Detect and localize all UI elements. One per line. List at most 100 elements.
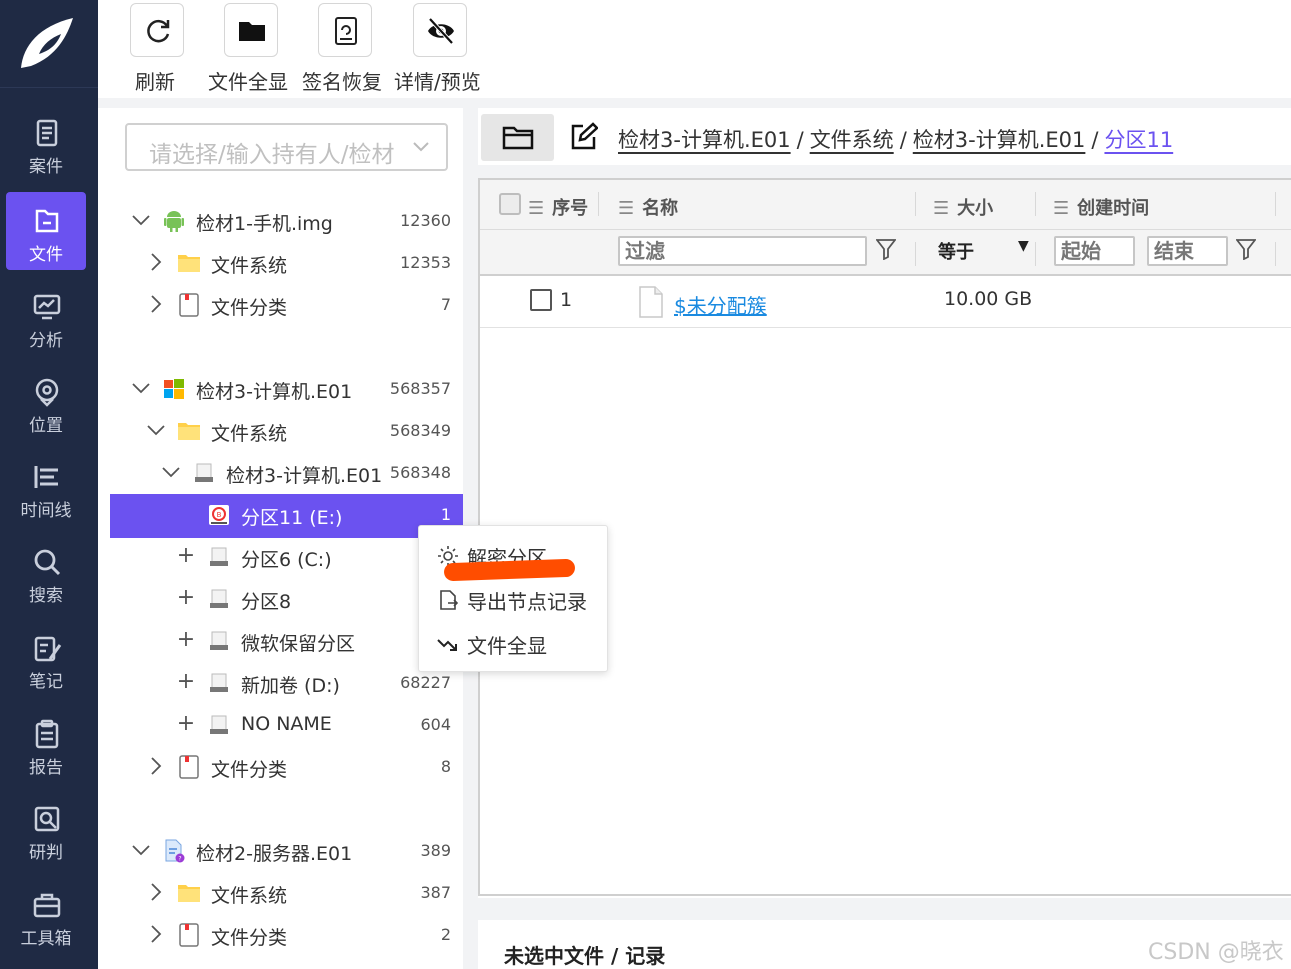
column-menu-icon: ☰ xyxy=(933,198,950,219)
tree-node-label: 文件分类 xyxy=(211,927,288,949)
column-header-name[interactable]: ☰ 名称 xyxy=(618,194,678,220)
trend-down-icon xyxy=(437,639,457,651)
nav-item-search[interactable]: 搜索 xyxy=(6,533,86,611)
chevron-down-icon[interactable] xyxy=(130,209,152,231)
divider xyxy=(478,165,1291,178)
chevron-right-icon[interactable] xyxy=(145,755,167,777)
chevron-right-icon[interactable] xyxy=(145,881,167,903)
tree-node-label: 文件分类 xyxy=(211,297,288,319)
column-divider[interactable] xyxy=(598,192,599,216)
tree-node-filesystem[interactable]: 文件系统 568349 xyxy=(110,410,463,452)
tree-node-disk-image[interactable]: 检材3-计算机.E01 568348 xyxy=(110,452,463,494)
tree-node-count: 2 xyxy=(440,925,451,944)
show-all-files-label: 文件全显 xyxy=(208,70,288,94)
chevron-right-icon[interactable] xyxy=(145,923,167,945)
expand-icon[interactable]: + xyxy=(175,629,197,651)
tree-node-partition6[interactable]: + 分区6 (C:) 499 xyxy=(110,536,463,578)
tree-node-file-category[interactable]: 文件分类 7 xyxy=(110,284,463,326)
row-checkbox[interactable] xyxy=(530,289,552,311)
column-menu-icon: ☰ xyxy=(528,198,545,219)
breadcrumb-item[interactable]: 文件系统 xyxy=(810,128,894,152)
tree-node-file-category[interactable]: 文件分类 2 xyxy=(110,914,463,956)
nav-label: 笔记 xyxy=(29,672,63,692)
signature-recovery-button[interactable] xyxy=(318,3,372,57)
owner-select[interactable]: 请选择/输入持有人/检材 xyxy=(125,123,448,171)
tree-node-file-category[interactable]: 文件分类 8 xyxy=(110,746,463,788)
expand-icon[interactable]: + xyxy=(175,587,197,609)
expand-icon[interactable]: + xyxy=(175,671,197,693)
windows-icon xyxy=(164,379,184,399)
name-filter-input[interactable]: 过滤 xyxy=(618,236,867,266)
breadcrumb-separator: / xyxy=(796,128,804,152)
tree-node-label: 检材3-计算机.E01 xyxy=(226,465,383,487)
tree-node-no-name[interactable]: + NO NAME 604 xyxy=(110,704,463,746)
select-all-checkbox[interactable] xyxy=(499,193,521,215)
tree-node-evidence2[interactable]: ? 检材2-服务器.E01 389 xyxy=(110,830,463,872)
chevron-down-icon[interactable] xyxy=(130,377,152,399)
tree-node-label: 文件系统 xyxy=(211,255,288,277)
details-preview-button[interactable] xyxy=(413,3,467,57)
folder-icon xyxy=(239,22,265,41)
app-logo xyxy=(0,0,98,88)
expand-icon[interactable]: + xyxy=(175,713,197,735)
nav-item-location[interactable]: 位置 xyxy=(6,363,86,441)
divider xyxy=(478,898,1291,920)
nav-item-report[interactable]: 报告 xyxy=(6,705,86,783)
nav-item-timeline[interactable]: 时间线 xyxy=(6,448,86,526)
tree-node-label: 分区11 (E:) xyxy=(241,507,343,529)
chevron-down-icon[interactable] xyxy=(130,839,152,861)
column-divider[interactable] xyxy=(915,192,916,216)
breadcrumb-item[interactable]: 检材3-计算机.E01 xyxy=(618,128,791,152)
show-all-files-button[interactable] xyxy=(224,3,278,57)
column-header-index[interactable]: ☰ 序号 xyxy=(528,194,588,220)
expand-icon[interactable]: + xyxy=(175,545,197,567)
tree-node-new-volume[interactable]: + 新加卷 (D:) 68227 xyxy=(110,662,463,704)
tree-node-count: 68227 xyxy=(400,673,451,692)
created-start-input[interactable]: 起始 xyxy=(1054,236,1135,266)
chevron-right-icon[interactable] xyxy=(145,251,167,273)
nav-item-judge[interactable]: 研判 xyxy=(6,790,86,868)
tree-node-label: 检材2-服务器.E01 xyxy=(196,843,353,865)
column-header-created[interactable]: ☰ 创建时间 xyxy=(1053,194,1149,220)
nav-item-analysis[interactable]: 分析 xyxy=(6,278,86,356)
tree-node-partition11-selected[interactable]: B 分区11 (E:) 1 xyxy=(110,494,463,538)
folder-view-button[interactable] xyxy=(481,114,554,161)
column-divider[interactable] xyxy=(1275,192,1276,216)
notes-icon xyxy=(34,636,62,662)
tree-node-evidence3[interactable]: 检材3-计算机.E01 568357 xyxy=(110,368,463,410)
edit-icon[interactable] xyxy=(568,122,598,152)
tree-node-label: 分区8 xyxy=(241,591,292,613)
nav-item-notes[interactable]: 笔记 xyxy=(6,619,86,697)
filter-icon[interactable] xyxy=(876,238,896,260)
filter-icon[interactable] xyxy=(1236,238,1256,260)
tree-node-evidence1[interactable]: 检材1-手机.img 12360 xyxy=(110,200,463,242)
size-operator-select[interactable]: 等于 ▼ xyxy=(938,238,1029,264)
breadcrumb-item[interactable]: 检材3-计算机.E01 xyxy=(913,128,1086,152)
column-header-size[interactable]: ☰ 大小 xyxy=(933,194,993,220)
tree-node-filesystem[interactable]: 文件系统 12353 xyxy=(110,242,463,284)
refresh-button[interactable] xyxy=(130,3,184,57)
tree-node-label: 文件系统 xyxy=(211,423,288,445)
breadcrumb-bar: 检材3-计算机.E01/文件系统 / 检材3-计算机.E01/分区11 xyxy=(478,108,1291,165)
column-divider[interactable] xyxy=(1035,192,1036,216)
file-name-link[interactable]: $未分配簇 xyxy=(674,290,767,319)
created-end-input[interactable]: 结束 xyxy=(1147,236,1228,266)
breadcrumb-current[interactable]: 分区11 xyxy=(1104,128,1173,152)
export-icon xyxy=(440,590,459,610)
tree-node-partition8[interactable]: + 分区8 xyxy=(110,578,463,620)
menu-item-show-all-files[interactable]: 文件全显 xyxy=(419,621,609,665)
tree-node-count: 568348 xyxy=(389,463,451,482)
refresh-icon xyxy=(147,19,170,43)
nav-item-toolbox[interactable]: 工具箱 xyxy=(6,876,86,954)
menu-item-export-node-records[interactable]: 导出节点记录 xyxy=(419,577,609,621)
chevron-down-icon[interactable] xyxy=(160,461,182,483)
column-divider xyxy=(1275,242,1276,266)
chevron-down-icon[interactable] xyxy=(145,419,167,441)
nav-item-file[interactable]: 文件 xyxy=(6,192,86,270)
chevron-right-icon[interactable] xyxy=(145,293,167,315)
tree-node-msr-partition[interactable]: + 微软保留分区 xyxy=(110,620,463,662)
timeline-icon xyxy=(34,466,58,488)
table-row[interactable]: 1 $未分配簇 10.00 GB xyxy=(480,276,1291,328)
tree-node-filesystem[interactable]: 文件系统 387 xyxy=(110,872,463,914)
nav-item-case[interactable]: 案件 xyxy=(6,104,86,182)
